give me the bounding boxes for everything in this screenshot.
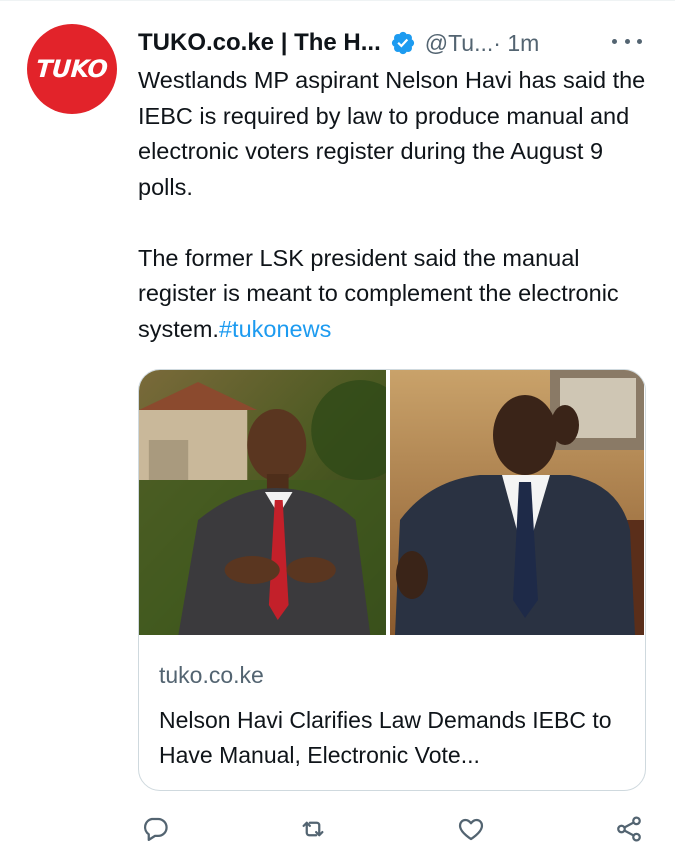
author-name[interactable]: TUKO.co.ke | The H... <box>138 29 381 57</box>
link-preview-card[interactable]: tuko.co.ke Nelson Havi Clarifies Law Dem… <box>138 369 646 791</box>
card-domain: tuko.co.ke <box>159 662 264 688</box>
more-dot <box>612 38 617 44</box>
author-handle[interactable]: @Tu... <box>425 30 494 57</box>
tweet-text: Westlands MP aspirant Nelson Havi has sa… <box>138 63 658 347</box>
more-dot <box>624 38 630 44</box>
tweet-timestamp[interactable]: · 1m <box>493 30 539 57</box>
tweet-paragraph-1: Westlands MP aspirant Nelson Havi has sa… <box>138 67 646 200</box>
card-photo-right <box>390 370 644 635</box>
tweet-action-bar <box>138 812 648 846</box>
verified-badge-icon <box>390 30 416 56</box>
hashtag-link[interactable]: #tukonews <box>219 316 331 342</box>
card-image-row <box>139 370 644 635</box>
retweet-icon[interactable] <box>296 812 330 846</box>
top-divider <box>0 0 675 1</box>
avatar-logo-text: TUKO <box>35 55 109 83</box>
tweet-paragraph-2: The former LSK president said the manual… <box>138 241 658 348</box>
share-icon[interactable] <box>612 812 646 846</box>
more-options-icon[interactable] <box>612 29 642 53</box>
like-icon[interactable] <box>454 812 488 846</box>
reply-icon[interactable] <box>138 812 172 846</box>
card-title: Nelson Havi Clarifies Law Demands IEBC t… <box>159 707 612 768</box>
tweet-paragraph-2-text: The former LSK president said the manual… <box>138 244 619 342</box>
tweet-header: TUKO.co.ke | The H... @Tu... · 1m <box>138 28 658 58</box>
more-dot <box>637 38 642 44</box>
card-photo-left <box>139 370 390 635</box>
avatar[interactable]: TUKO <box>27 24 117 114</box>
